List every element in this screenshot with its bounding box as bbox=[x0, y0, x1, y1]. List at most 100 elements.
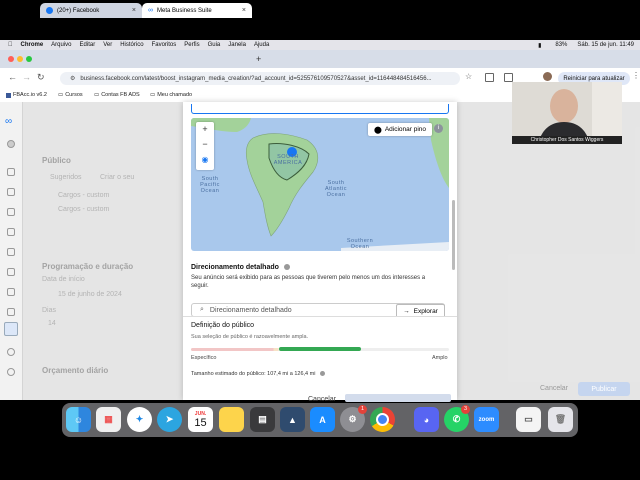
estimated-audience-size-text: Tamanho estimado do público: 107,4 mi a … bbox=[191, 371, 316, 377]
modal-save-button[interactable] bbox=[345, 394, 451, 402]
clock[interactable]: Sáb. 15 de jun. 11:49 bbox=[577, 42, 634, 48]
add-pin-button[interactable]: ⬤ Adicionar pino bbox=[368, 123, 432, 136]
calculator-icon[interactable]: ▤ bbox=[250, 407, 275, 432]
bookmark-fbacc[interactable]: FBAcc.io v6.2 bbox=[6, 92, 47, 98]
info-icon[interactable] bbox=[283, 264, 290, 271]
meta-icon: ∞ bbox=[148, 7, 153, 14]
trash-icon[interactable]: 🗑 bbox=[548, 407, 573, 432]
ads-icon[interactable] bbox=[7, 268, 15, 276]
search-icon[interactable] bbox=[7, 348, 15, 356]
settings-badge: 1 bbox=[358, 405, 367, 414]
location-map[interactable]: SOUTH AMERICA South Pacific Ocean South … bbox=[191, 118, 449, 251]
profile-avatar[interactable] bbox=[543, 72, 552, 81]
launchpad-icon[interactable]: ▦ bbox=[96, 407, 121, 432]
tab-meta-business-suite[interactable]: ∞ Meta Business Suite × bbox=[142, 3, 252, 18]
monodraw-icon[interactable]: ▲ bbox=[280, 407, 305, 432]
location-input-edge[interactable] bbox=[191, 104, 449, 114]
inbox-icon[interactable] bbox=[7, 228, 15, 236]
add-pin-label: Adicionar pino bbox=[384, 126, 427, 133]
menu-favoritos[interactable]: Favoritos bbox=[152, 42, 177, 48]
webcam-overlay bbox=[512, 82, 622, 144]
webcam-person-image bbox=[512, 82, 622, 144]
label-south-atlantic: South Atlantic Ocean bbox=[324, 180, 348, 198]
settings-icon[interactable] bbox=[7, 368, 15, 376]
menu-app[interactable]: Chrome bbox=[21, 42, 44, 48]
modal-scrollbar[interactable] bbox=[452, 200, 455, 270]
discord-icon[interactable]: ◕ bbox=[414, 407, 439, 432]
safari-icon[interactable]: ✦ bbox=[127, 407, 152, 432]
finder-icon[interactable]: ☺ bbox=[66, 407, 91, 432]
info-icon[interactable] bbox=[319, 371, 325, 377]
tab-facebook[interactable]: (20+) Facebook × bbox=[40, 3, 142, 18]
notifications-icon[interactable] bbox=[7, 188, 15, 196]
whatsapp-badge: 3 bbox=[461, 405, 470, 414]
battery-percent: 83% bbox=[555, 42, 568, 48]
forward-arrow-icon[interactable]: → bbox=[22, 72, 31, 82]
map-info-icon[interactable]: i bbox=[434, 124, 443, 133]
new-tab-button[interactable]: + bbox=[256, 54, 261, 64]
zoom-in-button[interactable]: + bbox=[196, 122, 214, 137]
address-bar[interactable]: ⚙ business.facebook.com/latest/boost_ins… bbox=[60, 72, 460, 85]
leads-icon[interactable] bbox=[7, 308, 15, 316]
menu-historico[interactable]: Histórico bbox=[120, 42, 143, 48]
all-tools-icon[interactable] bbox=[4, 322, 18, 336]
preview-icon[interactable]: ▭ bbox=[516, 407, 541, 432]
site-info-icon[interactable]: ⚙ bbox=[70, 75, 75, 82]
menu-editar[interactable]: Editar bbox=[80, 42, 96, 48]
calendar-icon[interactable] bbox=[7, 248, 15, 256]
close-window-icon[interactable] bbox=[8, 56, 14, 62]
tab-facebook-label: (20+) Facebook bbox=[57, 7, 100, 14]
calendar-app-icon[interactable]: JUN. 15 bbox=[188, 407, 213, 432]
bookmark-star-icon[interactable]: ☆ bbox=[465, 72, 472, 81]
meta-logo-icon[interactable]: ∞ bbox=[5, 116, 12, 127]
bookmark-cursos[interactable]: ▭ Cursos bbox=[58, 92, 83, 98]
menu-ver[interactable]: Ver bbox=[103, 42, 112, 48]
tab-strip bbox=[0, 50, 640, 68]
bookmark-label: Contas FB ADS bbox=[101, 92, 140, 98]
zoom-icon[interactable]: zoom bbox=[474, 407, 499, 432]
profile-icon[interactable] bbox=[7, 140, 15, 148]
folder-icon: ▭ bbox=[150, 92, 156, 98]
bg-publish-button[interactable]: Publicar bbox=[578, 382, 630, 396]
close-tab-icon[interactable]: × bbox=[132, 7, 136, 14]
map-zoom-controls: + − ◉ bbox=[196, 122, 214, 170]
home-icon[interactable] bbox=[7, 168, 15, 176]
apple-icon[interactable]:  bbox=[8, 42, 13, 48]
menu-janela[interactable]: Janela bbox=[228, 42, 246, 48]
bookmark-label: FBAcc.io v6.2 bbox=[13, 92, 47, 98]
modal-cancel-button[interactable]: Cancelar bbox=[308, 396, 336, 403]
content-icon[interactable] bbox=[7, 208, 15, 216]
locate-icon[interactable]: ◉ bbox=[196, 152, 214, 167]
folder-icon: ▭ bbox=[58, 92, 64, 98]
telegram-icon[interactable]: ➤ bbox=[157, 407, 182, 432]
app-store-icon[interactable]: A bbox=[310, 407, 335, 432]
mac-menubar:  Chrome Arquivo Editar Ver Histórico Fa… bbox=[0, 40, 640, 50]
menu-ajuda[interactable]: Ajuda bbox=[254, 42, 269, 48]
audience-definition-description: Sua seleção de público é razoavelmente a… bbox=[191, 334, 309, 340]
insights-icon[interactable] bbox=[7, 288, 15, 296]
bookmark-contas-fb-ads[interactable]: ▭ Contas FB ADS bbox=[94, 92, 140, 98]
notes-icon[interactable] bbox=[219, 407, 244, 432]
bookmark-meu-chamado[interactable]: ▭ Meu chamado bbox=[150, 92, 192, 98]
battery-icon[interactable]: ▮ bbox=[538, 42, 541, 49]
zoom-out-button[interactable]: − bbox=[196, 137, 214, 152]
arrow-right-icon: → bbox=[403, 307, 410, 315]
close-tab-icon[interactable]: × bbox=[242, 7, 246, 14]
tab-meta-label: Meta Business Suite bbox=[157, 7, 212, 14]
maximize-window-icon[interactable] bbox=[26, 56, 32, 62]
chrome-icon[interactable] bbox=[370, 407, 395, 432]
menu-guia[interactable]: Guia bbox=[208, 42, 221, 48]
minimize-window-icon[interactable] bbox=[17, 56, 23, 62]
extension-icon[interactable] bbox=[504, 73, 513, 82]
map-pin-icon: ⬤ bbox=[373, 126, 382, 134]
detailed-targeting-title: Direcionamento detalhado bbox=[191, 264, 290, 271]
extension-icon[interactable] bbox=[485, 73, 494, 82]
webcam-name-label: Christopher Dos Santos Wiggers bbox=[512, 136, 622, 144]
menu-arquivo[interactable]: Arquivo bbox=[51, 42, 71, 48]
menu-perfis[interactable]: Perfis bbox=[184, 42, 199, 48]
more-menu-icon[interactable]: ⋮ bbox=[632, 71, 640, 80]
reload-icon[interactable]: ↻ bbox=[37, 72, 45, 83]
gauge-broad-label: Amplo bbox=[432, 355, 448, 361]
back-arrow-icon[interactable]: ← bbox=[8, 72, 17, 82]
bg-cancel-button[interactable]: Cancelar bbox=[540, 385, 568, 392]
